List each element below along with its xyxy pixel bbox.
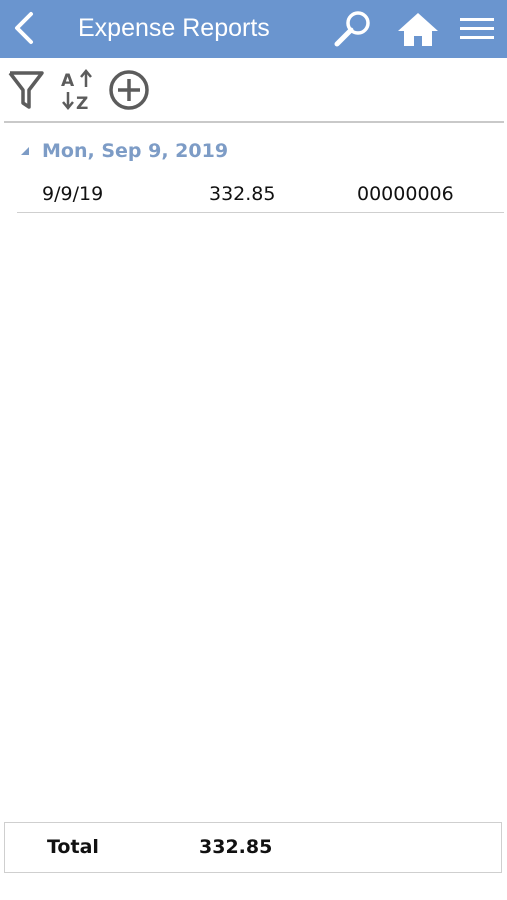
app-header: Expense Reports bbox=[0, 0, 507, 58]
toolbar-divider bbox=[4, 121, 504, 123]
sort-button[interactable]: A Z bbox=[56, 66, 98, 114]
add-button[interactable] bbox=[106, 66, 152, 114]
expense-reports-screen: Expense Reports A Z Mon, Sep 9, 2019 9/9… bbox=[0, 0, 507, 900]
total-footer: Total 332.85 bbox=[4, 822, 502, 873]
group-date-label: Mon, Sep 9, 2019 bbox=[42, 140, 229, 162]
home-button[interactable] bbox=[395, 8, 441, 50]
row-date: 9/9/19 bbox=[42, 183, 104, 205]
home-icon bbox=[398, 13, 438, 46]
back-button[interactable] bbox=[6, 8, 42, 48]
group-header[interactable]: Mon, Sep 9, 2019 bbox=[18, 136, 228, 166]
collapse-triangle-icon bbox=[18, 144, 32, 158]
svg-text:Z: Z bbox=[76, 94, 88, 112]
total-value: 332.85 bbox=[199, 836, 273, 858]
table-row[interactable]: 9/9/19 332.85 00000006 bbox=[17, 176, 504, 213]
search-button[interactable] bbox=[330, 8, 374, 50]
page-title: Expense Reports bbox=[78, 14, 270, 42]
filter-icon bbox=[8, 71, 44, 109]
row-amount: 332.85 bbox=[209, 183, 276, 205]
total-label: Total bbox=[47, 836, 99, 858]
row-report-id: 00000006 bbox=[357, 183, 454, 205]
hamburger-menu-icon bbox=[460, 18, 494, 39]
svg-text:A: A bbox=[61, 71, 75, 91]
toolbar: A Z bbox=[0, 58, 507, 122]
filter-button[interactable] bbox=[4, 66, 48, 114]
search-icon bbox=[334, 11, 370, 47]
add-circle-icon bbox=[109, 70, 149, 110]
menu-button[interactable] bbox=[456, 8, 498, 50]
chevron-left-icon bbox=[15, 12, 33, 44]
sort-az-icon: A Z bbox=[61, 69, 92, 112]
